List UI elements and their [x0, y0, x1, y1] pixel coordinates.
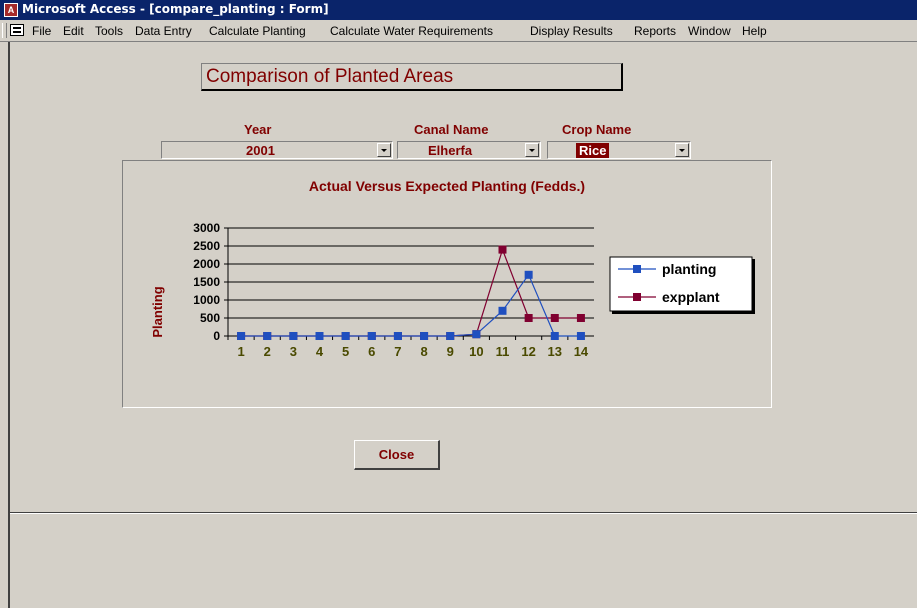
menu-bar: File Edit Tools Data Entry Calculate Pla…	[0, 20, 917, 42]
form-control-icon[interactable]	[10, 24, 24, 36]
year-value: 2001	[246, 143, 275, 158]
menu-reports[interactable]: Reports	[634, 24, 676, 38]
close-button[interactable]: Close	[354, 440, 440, 470]
menu-file[interactable]: File	[32, 24, 51, 38]
form-footer-divider	[10, 512, 917, 514]
chart-title: Actual Versus Expected Planting (Fedds.)	[308, 178, 586, 194]
menu-window[interactable]: Window	[688, 24, 731, 38]
crop-combo[interactable]: Rice	[547, 141, 691, 159]
crop-label: Crop Name	[562, 122, 632, 137]
menu-edit[interactable]: Edit	[63, 24, 84, 38]
canal-label: Canal Name	[414, 122, 489, 137]
form-title: Comparison of Planted Areas	[201, 63, 623, 91]
canal-value: Elherfa	[428, 143, 473, 158]
menu-tools[interactable]: Tools	[95, 24, 123, 38]
chart-panel	[122, 160, 772, 408]
menu-display-results[interactable]: Display Results	[530, 24, 613, 38]
access-app-icon[interactable]: A	[4, 3, 18, 17]
menu-help[interactable]: Help	[742, 24, 767, 38]
year-dropdown-button[interactable]	[377, 143, 391, 157]
year-combo[interactable]: 2001	[161, 141, 393, 159]
crop-value: Rice	[576, 143, 610, 158]
title-bar: A Microsoft Access - [compare_planting :…	[0, 0, 917, 20]
window-title: Microsoft Access - [compare_planting : F…	[22, 2, 329, 16]
year-label: Year	[244, 122, 272, 137]
menu-calculate-water[interactable]: Calculate Water Requirements	[330, 24, 493, 38]
menu-grip[interactable]	[2, 23, 7, 38]
crop-dropdown-button[interactable]	[675, 143, 689, 157]
menu-data-entry[interactable]: Data Entry	[135, 24, 192, 38]
menu-calculate-planting[interactable]: Calculate Planting	[209, 24, 306, 38]
canal-combo[interactable]: Elherfa	[397, 141, 541, 159]
canal-dropdown-button[interactable]	[525, 143, 539, 157]
